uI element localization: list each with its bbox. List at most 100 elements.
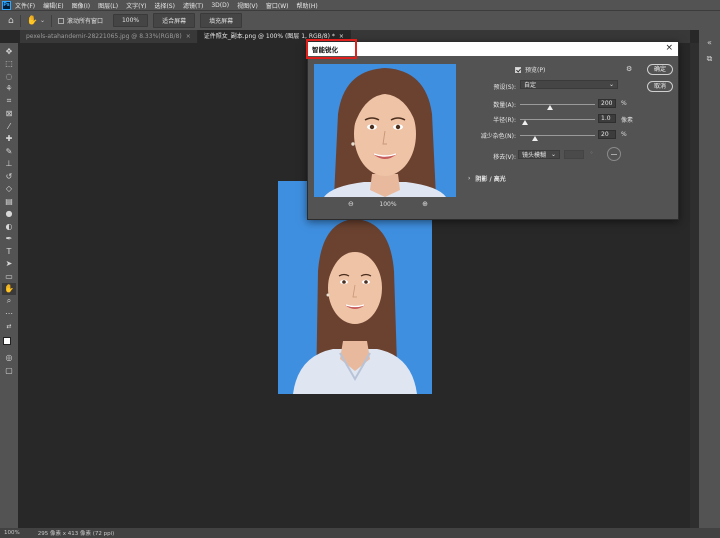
menu-edit[interactable]: 编辑(E) bbox=[43, 1, 63, 10]
fit-screen-button[interactable]: 适合屏幕 bbox=[153, 13, 196, 28]
menu-3d[interactable]: 3D(D) bbox=[211, 2, 229, 9]
marquee-tool-icon[interactable]: ⬚ bbox=[2, 58, 16, 71]
filter-preview[interactable] bbox=[314, 64, 456, 197]
move-tool-icon[interactable]: ✥ bbox=[2, 45, 16, 58]
angle-input bbox=[564, 150, 584, 159]
menu-filter[interactable]: 滤镜(T) bbox=[183, 1, 203, 10]
dialog-titlebar[interactable]: 智能锐化 × bbox=[306, 39, 678, 59]
more-tools-icon[interactable]: ⋯ bbox=[2, 308, 16, 321]
status-zoom[interactable]: 100% bbox=[4, 530, 20, 536]
menu-help[interactable]: 帮助(H) bbox=[297, 1, 318, 10]
color-swatches[interactable] bbox=[2, 336, 16, 352]
close-icon[interactable]: × bbox=[665, 43, 673, 53]
chevron-down-icon[interactable]: ⌄ bbox=[40, 17, 45, 24]
scroll-all-checkbox[interactable] bbox=[57, 17, 64, 24]
zoom-in-icon[interactable]: ⊕ bbox=[422, 200, 428, 208]
amount-slider-thumb[interactable] bbox=[547, 105, 553, 110]
status-bar: 100% 295 像素 x 413 像素 (72 ppi) bbox=[0, 528, 720, 538]
reduce-noise-slider-thumb[interactable] bbox=[532, 136, 538, 141]
menu-file[interactable]: 文件(F) bbox=[15, 1, 35, 10]
cancel-button[interactable]: 取消 bbox=[647, 81, 673, 92]
preview-label: 预览(P) bbox=[525, 67, 546, 74]
remove-dropdown[interactable]: 镜头模糊 ⌄ bbox=[518, 150, 560, 159]
hand-tool-icon[interactable]: ✋ bbox=[2, 282, 16, 295]
menu-select[interactable]: 选择(S) bbox=[154, 1, 175, 10]
type-tool-icon[interactable]: T bbox=[2, 245, 16, 258]
tab-pexels-image[interactable]: pexels-atahandemir-28221065.jpg @ 8.33%(… bbox=[20, 30, 198, 43]
gear-icon[interactable]: ⚙ bbox=[626, 65, 632, 73]
divider bbox=[50, 14, 52, 27]
crop-tool-icon[interactable]: ⌗ bbox=[2, 95, 16, 108]
foreground-color[interactable] bbox=[3, 336, 11, 345]
brush-tool-icon[interactable]: ✎ bbox=[2, 145, 16, 158]
preset-label: 预设(S): bbox=[493, 84, 516, 91]
home-icon[interactable]: ⌂ bbox=[8, 16, 14, 26]
healing-brush-tool-icon[interactable]: ✚ bbox=[2, 133, 16, 146]
preview-checkbox[interactable] bbox=[515, 66, 521, 73]
lasso-tool-icon[interactable]: ◌ bbox=[2, 70, 16, 83]
degree-unit: ° bbox=[590, 151, 593, 158]
menu-view[interactable]: 视图(V) bbox=[237, 1, 258, 10]
radius-label: 半径(R): bbox=[493, 117, 516, 124]
reduce-noise-unit: % bbox=[621, 131, 627, 138]
radius-slider-track[interactable] bbox=[520, 119, 595, 120]
dodge-tool-icon[interactable]: ◐ bbox=[2, 220, 16, 233]
zoom-tool-icon[interactable]: ⌕ bbox=[2, 295, 16, 308]
preview-zoom-controls: ⊖ 100% ⊕ bbox=[348, 200, 428, 208]
quick-mask-icon[interactable]: ◎ bbox=[2, 352, 16, 365]
ok-button[interactable]: 确定 bbox=[647, 64, 673, 75]
preview-option[interactable]: 预览(P) bbox=[515, 65, 545, 74]
close-icon[interactable]: × bbox=[186, 30, 191, 43]
eyedropper-tool-icon[interactable]: ⁄ bbox=[2, 120, 16, 133]
amount-unit: % bbox=[621, 100, 627, 107]
menu-type[interactable]: 文字(Y) bbox=[126, 1, 146, 10]
amount-input[interactable]: 200 bbox=[598, 99, 616, 108]
eraser-tool-icon[interactable]: ◇ bbox=[2, 183, 16, 196]
menu-window[interactable]: 窗口(W) bbox=[266, 1, 289, 10]
title-highlight-box bbox=[306, 39, 357, 59]
quick-select-tool-icon[interactable]: ⚘ bbox=[2, 83, 16, 96]
blur-tool-icon[interactable]: ● bbox=[2, 208, 16, 221]
screen-mode-icon[interactable]: ▢ bbox=[2, 364, 16, 377]
zoom-out-icon[interactable]: ⊖ bbox=[348, 200, 354, 208]
angle-dial bbox=[607, 147, 621, 161]
zoom-100-button[interactable]: 100% bbox=[112, 14, 149, 27]
history-panel-icon[interactable]: ⧉ bbox=[707, 54, 713, 64]
radius-input[interactable]: 1.0 bbox=[598, 114, 616, 123]
scroll-all-label: 滚动所有窗口 bbox=[66, 18, 103, 25]
menu-bar: Ps 文件(F) 编辑(E) 图像(I) 图层(L) 文字(Y) 选择(S) 滤… bbox=[0, 0, 720, 10]
shadows-highlights-section[interactable]: › 阴影 / 高光 bbox=[468, 174, 506, 183]
vertical-scrollbar[interactable] bbox=[690, 43, 699, 528]
hand-tool-icon[interactable]: ✋ bbox=[27, 16, 38, 26]
preview-zoom-level: 100% bbox=[379, 200, 397, 208]
tab-label: pexels-atahandemir-28221065.jpg @ 8.33%(… bbox=[26, 33, 182, 40]
fill-screen-button[interactable]: 填充屏幕 bbox=[200, 13, 243, 28]
gradient-tool-icon[interactable]: ▤ bbox=[2, 195, 16, 208]
menu-image[interactable]: 图像(I) bbox=[72, 1, 90, 10]
pen-tool-icon[interactable]: ✒ bbox=[2, 233, 16, 246]
menu-layer[interactable]: 图层(L) bbox=[98, 1, 118, 10]
chevron-down-icon: ⌄ bbox=[608, 81, 614, 88]
amount-slider-track[interactable] bbox=[520, 104, 595, 105]
radius-unit: 像素 bbox=[621, 117, 634, 124]
amount-label: 数量(A): bbox=[493, 102, 516, 109]
remove-value: 镜头模糊 bbox=[522, 152, 547, 159]
clone-stamp-tool-icon[interactable]: ⊥ bbox=[2, 158, 16, 171]
preset-value: 自定 bbox=[524, 82, 537, 89]
photoshop-logo: Ps bbox=[2, 0, 11, 10]
history-brush-tool-icon[interactable]: ↺ bbox=[2, 170, 16, 183]
shadows-highlights-label: 阴影 / 高光 bbox=[475, 176, 506, 183]
collapse-panel-icon[interactable]: « bbox=[707, 38, 712, 47]
rectangle-tool-icon[interactable]: ▭ bbox=[2, 270, 16, 283]
path-select-tool-icon[interactable]: ➤ bbox=[2, 258, 16, 271]
preset-dropdown[interactable]: 自定 ⌄ bbox=[520, 80, 618, 89]
radius-slider-thumb[interactable] bbox=[522, 120, 529, 125]
swap-colors-icon[interactable]: ⇄ bbox=[2, 320, 16, 333]
chevron-down-icon: ⌄ bbox=[550, 151, 556, 158]
chevron-right-icon: › bbox=[468, 175, 471, 182]
status-dimensions: 295 像素 x 413 像素 (72 ppi) bbox=[37, 531, 115, 537]
reduce-noise-input[interactable]: 20 bbox=[598, 130, 616, 139]
frame-tool-icon[interactable]: ⊠ bbox=[2, 108, 16, 121]
reduce-noise-label: 减少杂色(N): bbox=[480, 133, 516, 140]
tools-panel: ✥ ⬚ ◌ ⚘ ⌗ ⊠ ⁄ ✚ ✎ ⊥ ↺ ◇ ▤ ● ◐ ✒ T ➤ ▭ ✋ … bbox=[0, 43, 18, 528]
